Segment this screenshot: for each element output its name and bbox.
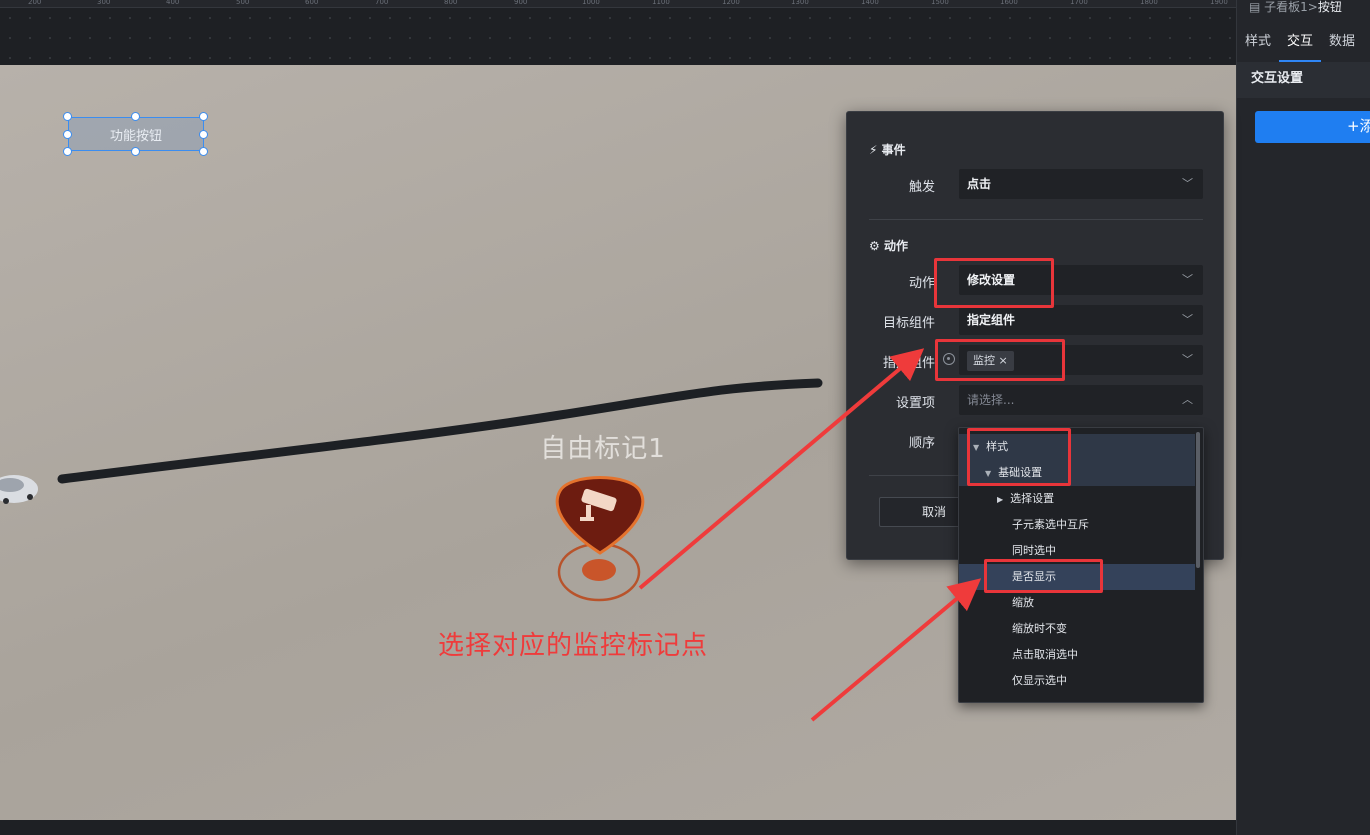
annotation-arrows [638, 348, 982, 722]
arrow-to-visibility [810, 578, 982, 722]
app-root: 200 300 400 500 600 700 800 900 1000 110… [0, 0, 1370, 835]
arrow-to-target [638, 348, 925, 590]
